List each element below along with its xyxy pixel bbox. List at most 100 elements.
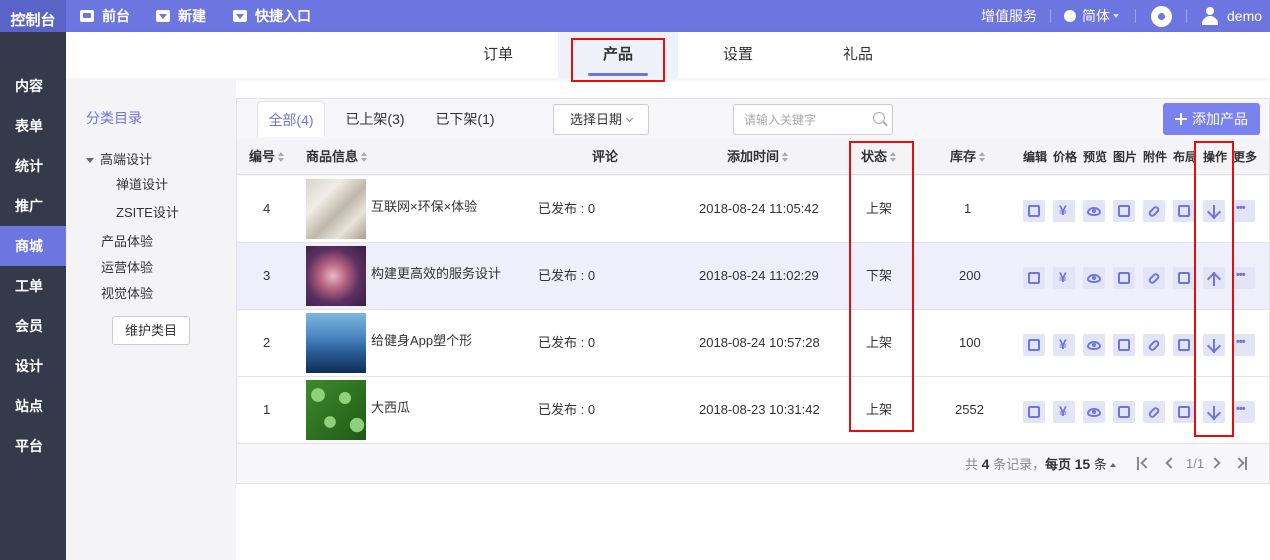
next-page-icon[interactable] (1209, 457, 1221, 469)
row-comment: 已发布 : 0 (538, 402, 596, 417)
sidebar-item-site[interactable]: 站点 (0, 386, 66, 426)
table-row: 1 大西瓜 已发布 : 0 2018-08-23 10:31:42 上架 255… (237, 377, 1269, 444)
product-thumbnail[interactable] (306, 246, 366, 306)
maintain-categories-button[interactable]: 维护类目 (112, 316, 190, 345)
product-thumbnail[interactable] (306, 313, 366, 373)
sidebar-item-shop[interactable]: 商城 (0, 226, 66, 266)
layout-icon[interactable] (1173, 401, 1195, 423)
tab-settings[interactable]: 设置 (710, 32, 766, 78)
arrow-down-icon[interactable] (1203, 401, 1225, 423)
product-thumbnail[interactable] (306, 179, 366, 239)
sidebar-item-promotion[interactable]: 推广 (0, 186, 66, 226)
category-chandao-design[interactable]: 禅道设计 (116, 174, 168, 193)
language-select[interactable]: 简体 (1064, 0, 1119, 32)
eye-icon[interactable] (1083, 200, 1105, 222)
first-page-icon[interactable] (1140, 457, 1152, 469)
eye-icon[interactable] (1083, 334, 1105, 356)
console-logo[interactable]: 控制台 (0, 0, 66, 40)
arrow-down-icon[interactable] (1203, 334, 1225, 356)
row-id: 1 (263, 402, 271, 417)
product-name[interactable]: 给健身App塑个形 (371, 308, 472, 374)
layout-icon[interactable] (1173, 334, 1195, 356)
column-header-added-time[interactable]: 添加时间 (727, 139, 789, 175)
sidebar-item-platform[interactable]: 平台 (0, 426, 66, 466)
filter-tab-off-sale[interactable]: 已下架(1) (425, 101, 505, 137)
sidebar-item-design[interactable]: 设计 (0, 346, 66, 386)
last-page-bar (1245, 457, 1247, 470)
sidebar-item-members[interactable]: 会员 (0, 306, 66, 346)
sidebar-item-content[interactable]: 内容 (0, 66, 66, 106)
prev-page-icon[interactable] (1165, 457, 1177, 469)
price-icon[interactable] (1053, 334, 1075, 356)
link-icon[interactable] (1143, 267, 1165, 289)
column-header-info[interactable]: 商品信息 (306, 139, 368, 175)
download-icon (156, 10, 170, 22)
row-comment: 已发布 : 0 (538, 335, 596, 350)
column-header-attachment: 附件 (1143, 150, 1168, 164)
row-comment: 已发布 : 0 (538, 268, 596, 283)
link-icon[interactable] (1143, 401, 1165, 423)
eye-icon[interactable] (1083, 267, 1105, 289)
sidebar-item-forms[interactable]: 表单 (0, 106, 66, 146)
tab-orders[interactable]: 订单 (470, 32, 526, 78)
search-input[interactable] (733, 104, 893, 135)
product-name[interactable]: 构建更高效的服务设计 (371, 241, 501, 307)
layout-icon[interactable] (1173, 267, 1195, 289)
image-icon[interactable] (1113, 401, 1135, 423)
add-product-button[interactable]: 添加产品 (1163, 103, 1260, 135)
product-name[interactable]: 互联网×环保×体验 (371, 174, 477, 240)
nav-shortcuts[interactable]: 快捷入口 (233, 0, 311, 32)
settings-button[interactable] (1153, 0, 1170, 32)
edit-icon[interactable] (1023, 401, 1045, 423)
filter-tab-all[interactable]: 全部(4) (257, 101, 325, 137)
arrow-up-icon[interactable] (1203, 267, 1225, 289)
column-header-stock[interactable]: 库存 (950, 139, 986, 175)
nav-frontend[interactable]: 前台 (80, 0, 130, 32)
more-icon[interactable] (1233, 401, 1255, 423)
link-icon[interactable] (1143, 200, 1165, 222)
search-icon[interactable] (873, 112, 885, 124)
price-icon[interactable] (1053, 200, 1075, 222)
value-added-link[interactable]: 增值服务 (981, 0, 1037, 32)
category-high-end-design[interactable]: 高端设计 (86, 149, 152, 168)
image-icon[interactable] (1113, 267, 1135, 289)
category-visual-experience[interactable]: 视觉体验 (101, 283, 153, 302)
row-status: 下架 (866, 268, 893, 283)
product-thumbnail[interactable] (306, 380, 366, 440)
more-icon[interactable] (1233, 334, 1255, 356)
more-icon[interactable] (1233, 200, 1255, 222)
per-page-select[interactable]: 每页 15 条 (1045, 445, 1116, 483)
category-product-experience[interactable]: 产品体验 (101, 231, 153, 250)
date-select-button[interactable]: 选择日期 (553, 104, 649, 135)
price-icon[interactable] (1053, 267, 1075, 289)
filter-tab-on-sale[interactable]: 已上架(3) (335, 101, 415, 137)
tab-gifts[interactable]: 礼品 (830, 32, 886, 78)
image-icon[interactable] (1113, 334, 1135, 356)
layout-icon[interactable] (1173, 200, 1195, 222)
price-icon[interactable] (1053, 401, 1075, 423)
column-header-image: 图片 (1113, 150, 1138, 164)
edit-icon[interactable] (1023, 200, 1045, 222)
user-menu[interactable]: demo (1201, 0, 1262, 32)
arrow-down-icon[interactable] (1203, 200, 1225, 222)
sidebar-item-tickets[interactable]: 工单 (0, 266, 66, 306)
link-icon[interactable] (1143, 334, 1165, 356)
tab-products[interactable]: 产品 (558, 32, 678, 78)
eye-icon[interactable] (1083, 401, 1105, 423)
row-id: 3 (263, 268, 271, 283)
left-sidebar: 内容 表单 统计 推广 商城 工单 会员 设计 站点 平台 (0, 32, 66, 560)
monitor-icon (80, 10, 94, 22)
image-icon[interactable] (1113, 200, 1135, 222)
download-icon (233, 10, 247, 22)
last-page-icon[interactable] (1233, 457, 1245, 469)
product-name[interactable]: 大西瓜 (371, 375, 410, 441)
edit-icon[interactable] (1023, 267, 1045, 289)
sidebar-item-stats[interactable]: 统计 (0, 146, 66, 186)
category-operation-experience[interactable]: 运营体验 (101, 257, 153, 276)
nav-new[interactable]: 新建 (156, 0, 206, 32)
edit-icon[interactable] (1023, 334, 1045, 356)
column-header-id[interactable]: 编号 (249, 139, 285, 175)
more-icon[interactable] (1233, 267, 1255, 289)
category-zsite-design[interactable]: ZSITE设计 (116, 202, 179, 221)
column-header-status[interactable]: 状态 (861, 139, 897, 175)
